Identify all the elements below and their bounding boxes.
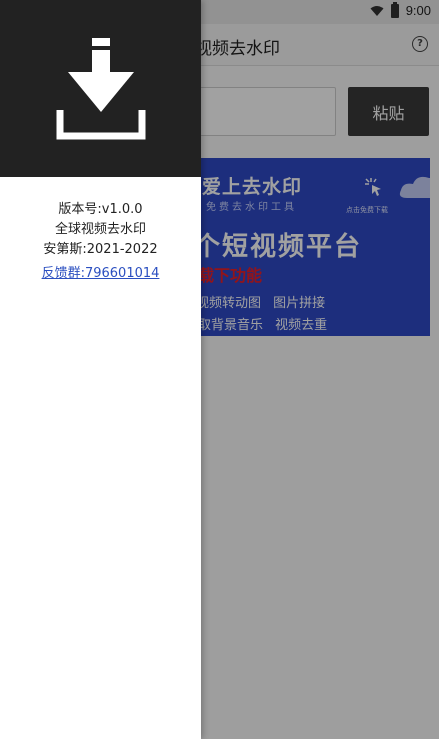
copyright-label: 安第斯:2021-2022 [43,242,158,257]
drawer-header [0,0,201,177]
feedback-group-link[interactable]: 反馈群:796601014 [42,264,160,284]
download-icon [56,38,146,140]
app-name-label: 全球视频去水印 [54,222,146,237]
version-label: 版本号:v1.0.0 [58,202,143,217]
app-info: 版本号:v1.0.0 全球视频去水印 安第斯:2021-2022 反馈群:796… [0,200,201,284]
navigation-drawer: 版本号:v1.0.0 全球视频去水印 安第斯:2021-2022 反馈群:796… [0,0,201,739]
